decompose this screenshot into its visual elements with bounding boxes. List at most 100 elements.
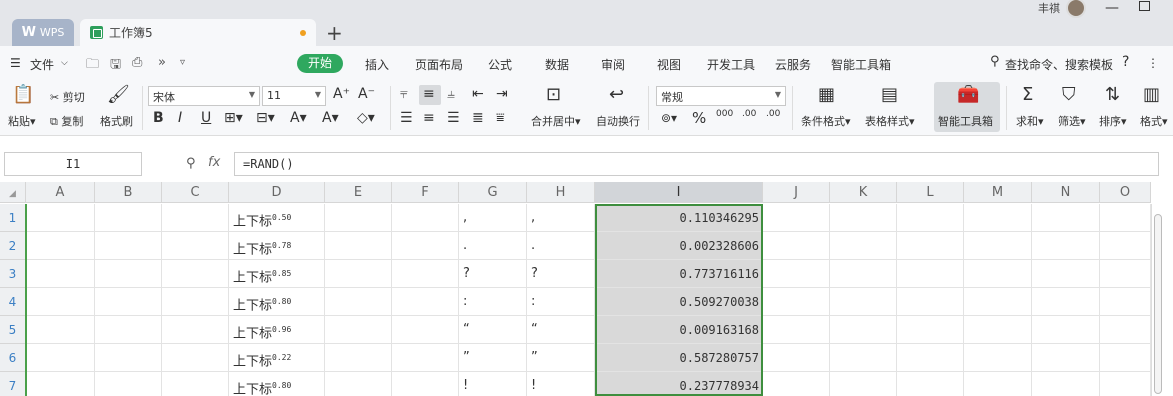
table-cell[interactable] bbox=[392, 316, 459, 344]
chevron-down-icon[interactable]: ⌵ bbox=[61, 58, 68, 68]
table-cell[interactable] bbox=[162, 344, 229, 372]
sort-icon[interactable]: ⇅ bbox=[1105, 84, 1120, 105]
table-cell[interactable] bbox=[897, 260, 964, 288]
tab-data[interactable]: 数据 bbox=[545, 56, 569, 73]
table-cell[interactable] bbox=[392, 204, 459, 232]
wrap-text-button[interactable]: 自动换行 bbox=[596, 113, 640, 129]
table-cell[interactable] bbox=[964, 344, 1032, 372]
sum-button[interactable]: 求和▾ bbox=[1016, 113, 1044, 129]
tab-page-layout[interactable]: 页面布局 bbox=[415, 56, 463, 73]
justify-icon[interactable]: ≣ bbox=[472, 110, 484, 126]
tab-review[interactable]: 审阅 bbox=[601, 56, 625, 73]
tab-smart-tools[interactable]: 智能工具箱 bbox=[831, 56, 891, 73]
table-cell[interactable]: 0.509270038 bbox=[595, 288, 763, 316]
table-cell[interactable] bbox=[1032, 316, 1100, 344]
bold-button[interactable]: B bbox=[153, 110, 164, 126]
text-effect-icon[interactable]: A▾ bbox=[322, 110, 339, 126]
table-cell[interactable]: 上下标0.85 bbox=[229, 260, 325, 288]
conditional-format-button[interactable]: 条件格式▾ bbox=[801, 113, 851, 129]
thousands-icon[interactable]: 000 bbox=[716, 109, 733, 119]
clipboard-icon[interactable]: 📋 bbox=[12, 84, 34, 105]
column-header[interactable]: L bbox=[897, 182, 964, 203]
table-cell[interactable] bbox=[964, 316, 1032, 344]
table-cell[interactable]: “ bbox=[459, 316, 527, 344]
user-name[interactable]: 丰祺 bbox=[1038, 0, 1060, 16]
table-cell[interactable]: 上下标0.22 bbox=[229, 344, 325, 372]
table-cell[interactable] bbox=[897, 288, 964, 316]
row-header[interactable]: 1 bbox=[0, 204, 26, 232]
minimize-button[interactable]: — bbox=[1105, 0, 1119, 16]
indent-decrease-icon[interactable]: ⇤ bbox=[472, 86, 484, 102]
hamburger-icon[interactable]: ☰ bbox=[10, 56, 21, 70]
table-cell[interactable] bbox=[897, 372, 964, 396]
table-cell[interactable] bbox=[26, 316, 95, 344]
table-cell[interactable] bbox=[95, 260, 162, 288]
fill-color-icon[interactable]: ⊟▾ bbox=[256, 110, 275, 126]
table-cell[interactable]: , bbox=[459, 204, 527, 232]
more-icon[interactable]: » bbox=[158, 55, 166, 70]
search-command[interactable]: 查找命令、搜索模板 bbox=[1005, 56, 1113, 73]
format-button[interactable]: 格式▾ bbox=[1140, 113, 1168, 129]
column-header[interactable]: B bbox=[95, 182, 162, 203]
table-cell[interactable] bbox=[26, 260, 95, 288]
column-header[interactable]: N bbox=[1032, 182, 1100, 203]
table-cell[interactable]: 上下标0.50 bbox=[229, 204, 325, 232]
filter-button[interactable]: 筛选▾ bbox=[1058, 113, 1086, 129]
filter-icon[interactable]: ⛉ bbox=[1062, 84, 1076, 105]
row-header[interactable]: 7 bbox=[0, 372, 26, 396]
tab-view[interactable]: 视图 bbox=[657, 56, 681, 73]
column-header[interactable]: H bbox=[527, 182, 595, 203]
table-style-button[interactable]: 表格样式▾ bbox=[865, 113, 915, 129]
column-header[interactable]: G bbox=[459, 182, 527, 203]
table-cell[interactable] bbox=[26, 232, 95, 260]
column-header[interactable]: K bbox=[830, 182, 897, 203]
column-header[interactable]: A bbox=[26, 182, 95, 203]
table-cell[interactable] bbox=[1100, 232, 1151, 260]
italic-button[interactable]: I bbox=[178, 110, 182, 126]
table-cell[interactable] bbox=[26, 204, 95, 232]
sort-button[interactable]: 排序▾ bbox=[1099, 113, 1127, 129]
table-cell[interactable] bbox=[897, 232, 964, 260]
align-bottom-icon[interactable]: ⫨ bbox=[447, 86, 455, 102]
table-cell[interactable] bbox=[1100, 344, 1151, 372]
table-cell[interactable] bbox=[325, 316, 392, 344]
table-cell[interactable] bbox=[162, 372, 229, 396]
table-cell[interactable] bbox=[830, 316, 897, 344]
menu-file[interactable]: 文件 bbox=[30, 56, 54, 73]
fx-icon[interactable]: fx bbox=[208, 155, 220, 170]
table-cell[interactable] bbox=[964, 232, 1032, 260]
conditional-format-icon[interactable]: ▦ bbox=[818, 84, 835, 105]
search-icon[interactable]: ⚲ bbox=[990, 54, 1000, 69]
tab-cloud[interactable]: 云服务 bbox=[775, 56, 811, 73]
open-folder-icon[interactable]: 🗀 bbox=[86, 55, 99, 77]
table-cell[interactable] bbox=[1100, 316, 1151, 344]
table-cell[interactable] bbox=[325, 344, 392, 372]
table-cell[interactable] bbox=[162, 232, 229, 260]
table-cell[interactable] bbox=[830, 372, 897, 396]
formula-input[interactable]: =RAND() bbox=[234, 152, 1159, 176]
table-cell[interactable] bbox=[1032, 204, 1100, 232]
table-cell[interactable] bbox=[392, 260, 459, 288]
table-cell[interactable] bbox=[1100, 204, 1151, 232]
zoom-icon[interactable]: ⚲ bbox=[186, 156, 196, 171]
copy-button[interactable]: ⧉ 复制 bbox=[50, 113, 83, 129]
table-cell[interactable]: 0.773716116 bbox=[595, 260, 763, 288]
table-cell[interactable] bbox=[1032, 344, 1100, 372]
table-cell[interactable] bbox=[1100, 372, 1151, 396]
table-cell[interactable]: , bbox=[527, 204, 595, 232]
font-size-select[interactable]: 11 ▼ bbox=[262, 86, 326, 106]
align-middle-icon[interactable]: ≡ bbox=[423, 86, 435, 102]
table-cell[interactable] bbox=[1100, 288, 1151, 316]
customize-icon[interactable]: ▿ bbox=[180, 57, 185, 68]
column-header[interactable]: D bbox=[229, 182, 325, 203]
wrap-text-icon[interactable]: ↩ bbox=[609, 84, 624, 105]
table-cell[interactable] bbox=[26, 288, 95, 316]
table-cell[interactable] bbox=[1032, 288, 1100, 316]
table-cell[interactable] bbox=[95, 316, 162, 344]
align-left-icon[interactable]: ☰ bbox=[400, 110, 413, 126]
row-header[interactable]: 2 bbox=[0, 232, 26, 260]
increase-decimal-icon[interactable]: .00 bbox=[742, 109, 756, 119]
more-options-icon[interactable]: ⋮ bbox=[1147, 56, 1159, 70]
maximize-button[interactable] bbox=[1139, 1, 1150, 11]
table-cell[interactable] bbox=[763, 344, 830, 372]
